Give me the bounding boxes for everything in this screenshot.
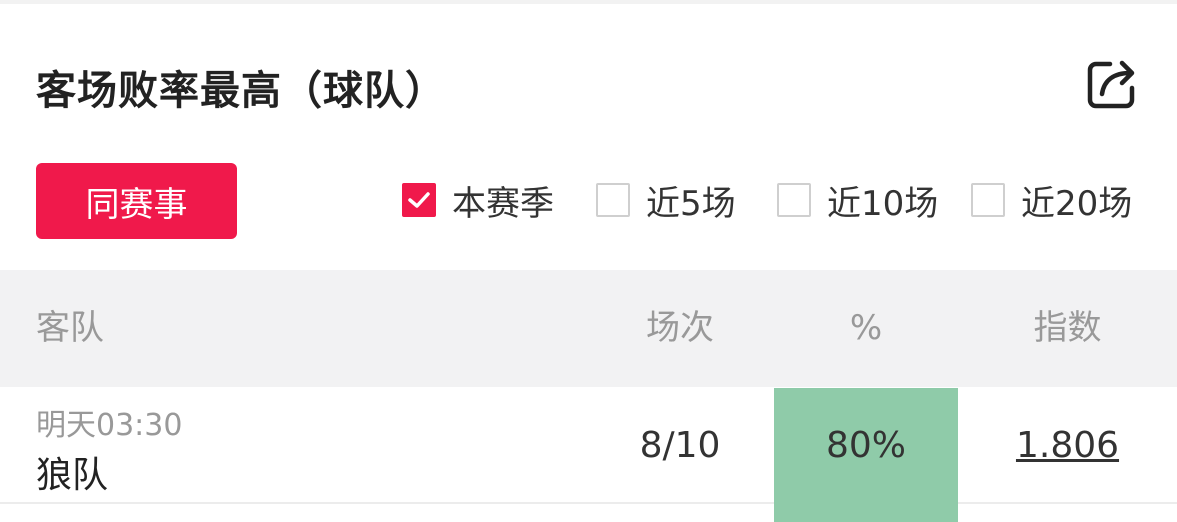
filter-label: 本赛季 [452,183,554,224]
filter-label: 近5场 [646,183,736,224]
filter-last-5[interactable]: 近5场 [596,180,736,224]
filter-label: 近10场 [827,183,939,224]
team-name: 狼队 [36,455,109,496]
panel-title: 客场败率最高（球队） [36,68,446,114]
top-divider [0,0,1177,4]
row-divider [958,502,1177,504]
header-percent: % [849,308,883,348]
match-time: 明天03:30 [36,408,183,443]
table-row[interactable]: 明天03:30 狼队 8/10 80% 1.806 [0,388,1177,522]
header-games: 场次 [646,308,714,348]
same-event-button[interactable]: 同赛事 [36,163,237,239]
games-ratio: 8/10 [639,425,721,466]
filter-last-20[interactable]: 近20场 [971,180,1132,224]
percent-cell: 80% [774,388,958,522]
percent-value: 80% [825,425,906,466]
filter-last-10[interactable]: 近10场 [777,180,938,224]
filter-this-season[interactable]: 本赛季 [402,180,554,224]
share-icon[interactable] [1086,58,1140,110]
filter-label: 近20场 [1021,183,1133,224]
table-header: 客队 场次 % 指数 [0,270,1177,387]
checkbox-unchecked-icon[interactable] [971,183,1005,217]
checkbox-unchecked-icon[interactable] [777,183,811,217]
header-away-team: 客队 [36,308,104,348]
row-divider [0,502,774,504]
checkbox-checked-icon[interactable] [402,183,436,217]
header-index: 指数 [1033,308,1102,348]
checkbox-unchecked-icon[interactable] [596,183,630,217]
index-link[interactable]: 1.806 [990,388,1145,503]
